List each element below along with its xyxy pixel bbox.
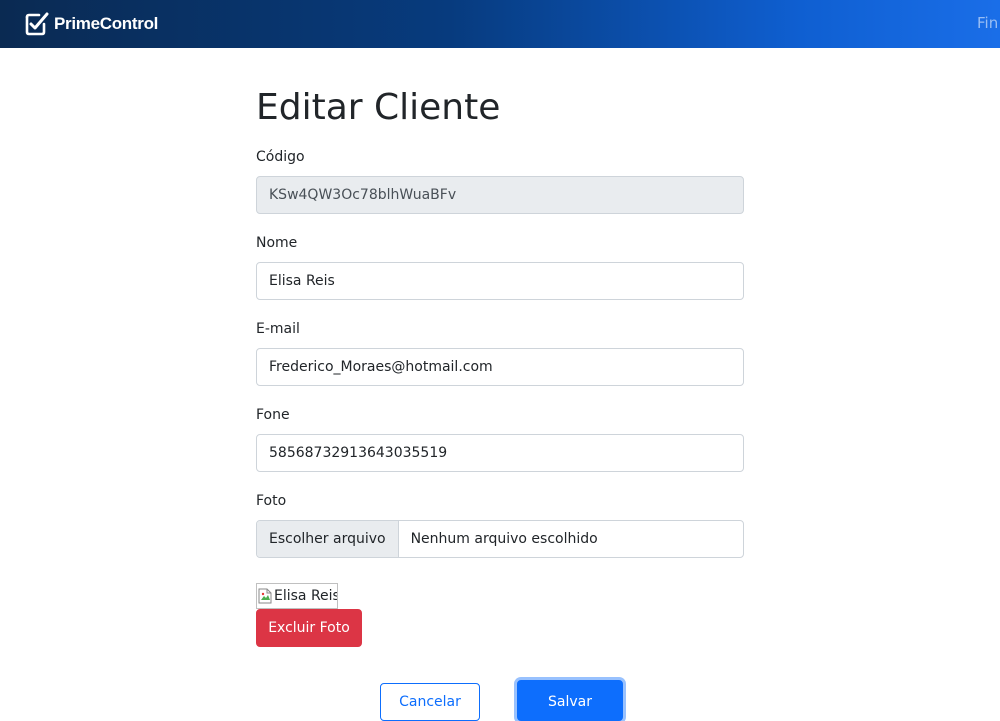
codigo-label: Código <box>256 149 305 165</box>
top-navbar: PrimeControl Fin <box>0 0 1000 48</box>
broken-image-icon <box>258 588 272 604</box>
delete-photo-button[interactable]: Excluir Foto <box>256 609 362 647</box>
nome-label: Nome <box>256 235 298 251</box>
choose-file-button[interactable]: Escolher arquivo <box>257 521 399 557</box>
email-label: E-mail <box>256 321 300 337</box>
save-button[interactable]: Salvar <box>517 680 623 721</box>
brand-logo[interactable]: PrimeControl <box>22 9 158 39</box>
file-status-text: Nenhum arquivo escolhido <box>410 531 598 547</box>
cancel-button[interactable]: Cancelar <box>380 683 480 721</box>
nome-field[interactable] <box>256 262 744 300</box>
email-field[interactable] <box>256 348 744 386</box>
foto-file-input[interactable]: Escolher arquivo Nenhum arquivo escolhid… <box>256 520 744 558</box>
checkbox-logo-icon <box>25 12 49 36</box>
photo-alt-text: Elisa Reis <box>274 588 338 604</box>
page-title: Editar Cliente <box>256 87 501 128</box>
fone-label: Fone <box>256 407 290 423</box>
foto-label: Foto <box>256 493 287 509</box>
fone-field[interactable] <box>256 434 744 472</box>
brand-name: PrimeControl <box>54 14 159 33</box>
codigo-field[interactable] <box>256 176 744 214</box>
client-photo: Elisa Reis <box>256 583 338 609</box>
nav-link-partial[interactable]: Fin <box>977 14 998 32</box>
